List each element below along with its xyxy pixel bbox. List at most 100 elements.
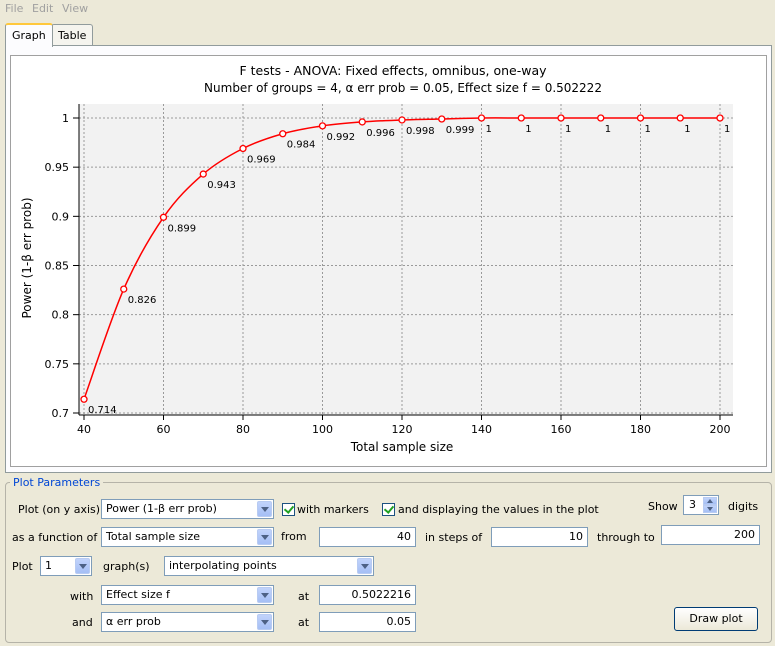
data-point-marker bbox=[159, 213, 168, 221]
data-point-marker bbox=[557, 114, 565, 122]
data-value-label: 1 bbox=[525, 124, 531, 135]
plot-y-select[interactable]: Power (1-β err prob) bbox=[101, 499, 274, 519]
through-input[interactable]: 200 bbox=[661, 525, 760, 545]
with-parameter-select[interactable]: Effect size f bbox=[101, 585, 274, 605]
plot-y-label: Plot (on y axis) bbox=[18, 503, 101, 516]
data-value-label: 0.969 bbox=[247, 154, 276, 165]
x-tick-labels: 40 60 80 100 120 140 160 180 200 bbox=[77, 423, 731, 436]
tab-graph[interactable]: Graph bbox=[5, 23, 53, 47]
with-markers-checkbox[interactable] bbox=[282, 503, 295, 516]
data-value-label: 0.998 bbox=[406, 126, 435, 137]
plot-y-value: Power (1-β err prob) bbox=[106, 502, 217, 515]
display-values-label: and displaying the values in the plot bbox=[398, 503, 599, 516]
y-tick-label: 0.95 bbox=[45, 161, 70, 174]
steps-label: in steps of bbox=[425, 531, 483, 544]
spin-up-icon[interactable] bbox=[703, 497, 717, 505]
data-point-marker bbox=[398, 116, 406, 124]
x-tick-label: 160 bbox=[551, 423, 572, 436]
at-input-2[interactable]: 0.05 bbox=[319, 612, 416, 632]
interpolation-value: interpolating points bbox=[169, 559, 277, 572]
interpolation-select[interactable]: interpolating points bbox=[164, 556, 374, 576]
data-value-label: 0.999 bbox=[446, 125, 475, 136]
steps-input[interactable]: 10 bbox=[491, 527, 588, 547]
and-parameter-select[interactable]: α err prob bbox=[101, 612, 274, 632]
data-value-label: 0.826 bbox=[128, 295, 157, 306]
data-value-label: 1 bbox=[605, 124, 611, 135]
plot-count-value: 1 bbox=[45, 559, 52, 572]
x-tick-label: 80 bbox=[236, 423, 250, 436]
menu-edit[interactable]: Edit bbox=[29, 1, 56, 16]
x-tick-label: 200 bbox=[710, 423, 731, 436]
at-label-1: at bbox=[298, 590, 310, 603]
chevron-down-icon[interactable] bbox=[257, 501, 272, 517]
x-tick-label: 120 bbox=[392, 423, 413, 436]
data-point-marker bbox=[120, 285, 128, 293]
tab-table[interactable]: Table bbox=[51, 24, 94, 46]
chevron-down-icon[interactable] bbox=[257, 529, 272, 545]
data-point-marker bbox=[80, 395, 88, 403]
data-point-marker bbox=[676, 114, 684, 122]
y-tick-label: 0.7 bbox=[52, 407, 70, 420]
y-tick-label: 0.9 bbox=[52, 210, 70, 223]
digits-value: 3 bbox=[689, 498, 696, 511]
menu-bar: File Edit View bbox=[0, 0, 775, 18]
data-value-label: 1 bbox=[565, 124, 571, 135]
and-parameter-value: α err prob bbox=[106, 615, 161, 628]
data-value-label: 0.899 bbox=[168, 223, 197, 234]
function-label: as a function of bbox=[12, 531, 98, 544]
menu-view[interactable]: View bbox=[59, 1, 91, 16]
data-point-marker bbox=[279, 130, 287, 138]
from-input[interactable]: 40 bbox=[319, 527, 416, 547]
power-chart: F tests - ANOVA: Fixed effects, omnibus,… bbox=[20, 63, 733, 454]
digits-label: digits bbox=[728, 500, 759, 513]
chart-subtitle: Number of groups = 4, α err prob = 0.05,… bbox=[204, 81, 602, 95]
x-tick-label: 40 bbox=[77, 423, 91, 436]
graph-frame: F tests - ANOVA: Fixed effects, omnibus,… bbox=[10, 55, 767, 467]
x-tick-label: 100 bbox=[312, 423, 333, 436]
with-label: with bbox=[70, 590, 94, 603]
chart-title: F tests - ANOVA: Fixed effects, omnibus,… bbox=[239, 63, 547, 78]
y-tick-label: 0.75 bbox=[45, 358, 70, 371]
at-input-1[interactable]: 0.5022216 bbox=[319, 585, 416, 605]
data-value-label: 1 bbox=[684, 124, 690, 135]
data-value-label: 0.984 bbox=[287, 140, 316, 151]
spin-down-icon[interactable] bbox=[703, 505, 717, 513]
chevron-down-icon[interactable] bbox=[257, 614, 272, 630]
data-point-marker bbox=[318, 122, 327, 130]
digits-spinner[interactable]: 3 bbox=[683, 495, 719, 515]
draw-plot-button[interactable]: Draw plot bbox=[674, 607, 758, 631]
chevron-down-icon[interactable] bbox=[257, 587, 272, 603]
plot-parameters-title: Plot Parameters bbox=[10, 476, 104, 489]
from-label: from bbox=[281, 530, 307, 543]
data-value-label: 0.943 bbox=[207, 180, 236, 191]
y-tick-label: 1 bbox=[62, 112, 69, 125]
through-label: through to bbox=[597, 531, 655, 544]
data-value-label: 1 bbox=[486, 124, 492, 135]
y-tick-label: 0.85 bbox=[45, 260, 70, 273]
show-label: Show bbox=[648, 500, 678, 513]
chevron-down-icon[interactable] bbox=[75, 558, 90, 574]
plot-count-select[interactable]: 1 bbox=[40, 556, 92, 576]
plot-area bbox=[79, 104, 733, 415]
data-point-marker bbox=[199, 170, 207, 178]
data-value-label: 0.714 bbox=[88, 405, 117, 416]
x-tick-label: 180 bbox=[630, 423, 651, 436]
data-point-marker bbox=[239, 144, 247, 153]
function-select[interactable]: Total sample size bbox=[101, 527, 274, 547]
x-axis-label: Total sample size bbox=[350, 440, 454, 454]
and-label: and bbox=[72, 616, 93, 629]
x-tick-label: 140 bbox=[471, 423, 492, 436]
chevron-down-icon[interactable] bbox=[357, 558, 372, 574]
x-tick-label: 60 bbox=[157, 423, 171, 436]
data-point-marker bbox=[517, 114, 525, 122]
function-value: Total sample size bbox=[106, 530, 201, 543]
data-value-label: 1 bbox=[724, 124, 730, 135]
plot-label: Plot bbox=[12, 560, 33, 573]
display-values-checkbox[interactable] bbox=[382, 503, 395, 516]
at-label-2: at bbox=[298, 616, 310, 629]
data-point-marker bbox=[438, 115, 446, 123]
y-tick-labels: 0.7 0.75 0.8 0.85 0.9 0.95 1 bbox=[45, 112, 70, 420]
data-point-marker bbox=[716, 114, 724, 122]
y-tick-label: 0.8 bbox=[52, 309, 70, 322]
menu-file[interactable]: File bbox=[2, 1, 26, 16]
